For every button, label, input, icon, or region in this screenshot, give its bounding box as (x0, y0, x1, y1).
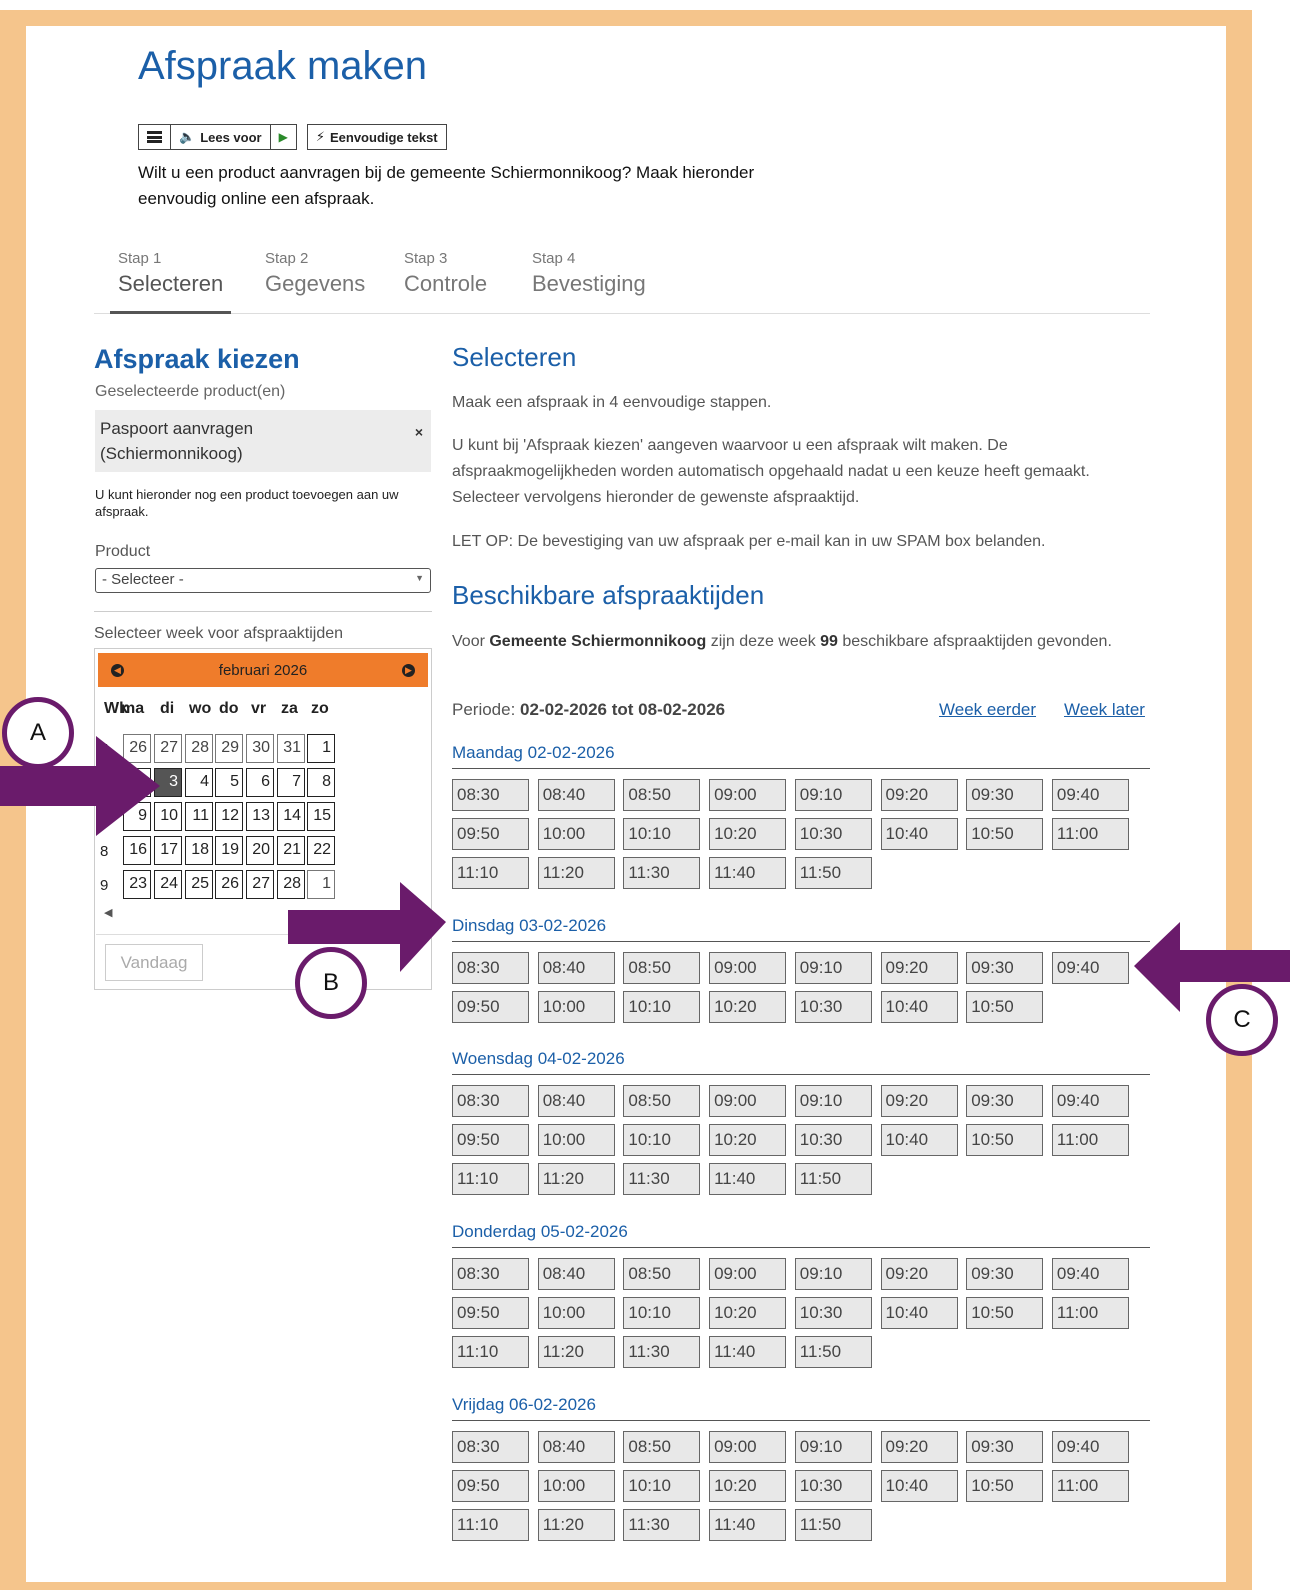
annotation-arrows (0, 736, 1290, 1012)
annotation-a: A (2, 697, 74, 769)
annotation-c: C (1206, 984, 1278, 1056)
annotation-b: B (295, 947, 367, 1019)
